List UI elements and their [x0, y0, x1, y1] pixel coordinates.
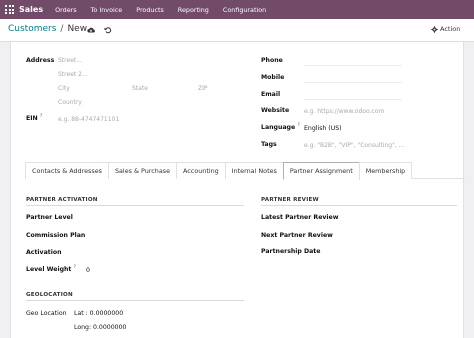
country-input[interactable]: Country	[58, 99, 82, 106]
website-label: Website	[261, 107, 290, 114]
tags-input[interactable]: e.g. "B2B", "VIP", "Consulting", ...	[304, 142, 404, 149]
language-label: Language ?	[261, 123, 300, 131]
language-help-icon[interactable]: ?	[297, 123, 299, 128]
action-menu-button[interactable]: Action	[431, 25, 460, 33]
discard-undo-icon[interactable]	[104, 26, 112, 34]
form-sheet: Address Street... Street 2... City State…	[10, 42, 465, 338]
ein-label-text: EIN	[26, 115, 38, 123]
mobile-label: Mobile	[261, 74, 285, 81]
level-weight-help-icon[interactable]: ?	[74, 265, 76, 270]
address-label: Address	[26, 57, 55, 64]
partner-review-divider	[261, 205, 457, 206]
menu-item-reporting[interactable]: Reporting	[178, 6, 209, 14]
breadcrumb-current: New	[67, 24, 88, 34]
commission-plan-label: Commission Plan	[26, 232, 86, 239]
tab-internal-notes[interactable]: Internal Notes	[224, 162, 284, 179]
state-input[interactable]: State	[132, 85, 148, 92]
breadcrumb: Customers / New	[8, 24, 87, 34]
street2-input[interactable]: Street 2...	[58, 71, 88, 78]
latest-review-label: Latest Partner Review	[261, 214, 339, 221]
partnership-date-label: Partnership Date	[261, 248, 321, 255]
mobile-input[interactable]	[304, 82, 402, 83]
ein-help-icon[interactable]: ?	[40, 114, 42, 119]
breadcrumb-separator: /	[60, 24, 64, 34]
level-weight-input[interactable]: 0	[86, 267, 90, 274]
activation-label: Activation	[26, 249, 62, 256]
tab-sales-purchase[interactable]: Sales & Purchase	[107, 162, 178, 179]
geolocation-title: GEOLOCATION	[26, 292, 73, 298]
app-brand[interactable]: Sales	[19, 5, 43, 14]
phone-input[interactable]	[304, 65, 402, 66]
tab-partner-assignment[interactable]: Partner Assignment	[282, 162, 360, 180]
ein-label: EIN ?	[26, 114, 42, 122]
menu-item-products[interactable]: Products	[136, 6, 164, 14]
zip-input[interactable]: ZIP	[198, 85, 208, 92]
level-weight-label-text: Level Weight	[26, 266, 72, 274]
email-label: Email	[261, 91, 281, 98]
street-input[interactable]: Street...	[58, 57, 82, 64]
tags-label: Tags	[261, 141, 277, 148]
action-label: Action	[440, 25, 461, 33]
geolocation-divider	[26, 300, 244, 301]
tab-membership[interactable]: Membership	[358, 162, 413, 179]
breadcrumb-customers-link[interactable]: Customers	[8, 24, 56, 34]
email-input[interactable]	[304, 99, 402, 100]
apps-menu-icon[interactable]	[0, 0, 19, 19]
latitude-value: Lat : 0.0000000	[74, 310, 124, 317]
language-select[interactable]: English (US)	[304, 125, 342, 132]
partner-review-title: PARTNER REVIEW	[261, 197, 319, 203]
website-input[interactable]: e.g. https://www.odoo.com	[304, 108, 384, 115]
tab-accounting[interactable]: Accounting	[176, 162, 226, 179]
city-input[interactable]: City	[58, 85, 70, 92]
partner-activation-title: PARTNER ACTIVATION	[26, 197, 98, 203]
menu-item-to-invoice[interactable]: To Invoice	[91, 6, 123, 14]
menu-item-configuration[interactable]: Configuration	[223, 6, 266, 14]
geo-location-label: Geo Location	[26, 310, 67, 317]
longitude-value: Long: 0.0000000	[74, 324, 127, 331]
notebook-tabs: Contacts & Addresses Sales & Purchase Ac…	[25, 162, 465, 180]
tab-contacts-addresses[interactable]: Contacts & Addresses	[25, 162, 109, 179]
ein-input[interactable]: e.g. 88-4747471101	[58, 116, 119, 123]
gear-icon	[431, 25, 438, 33]
save-cloud-icon[interactable]	[87, 26, 95, 34]
level-weight-label: Level Weight ?	[26, 265, 76, 273]
partner-level-label: Partner Level	[26, 214, 73, 221]
control-panel: Customers / New Action	[0, 19, 474, 42]
language-label-text: Language	[261, 124, 296, 132]
top-navbar: Sales Orders To Invoice Products Reporti…	[0, 0, 474, 19]
partner-activation-divider	[26, 205, 244, 206]
phone-label: Phone	[261, 57, 283, 64]
next-review-label: Next Partner Review	[261, 232, 333, 239]
menu-item-orders[interactable]: Orders	[55, 6, 77, 14]
